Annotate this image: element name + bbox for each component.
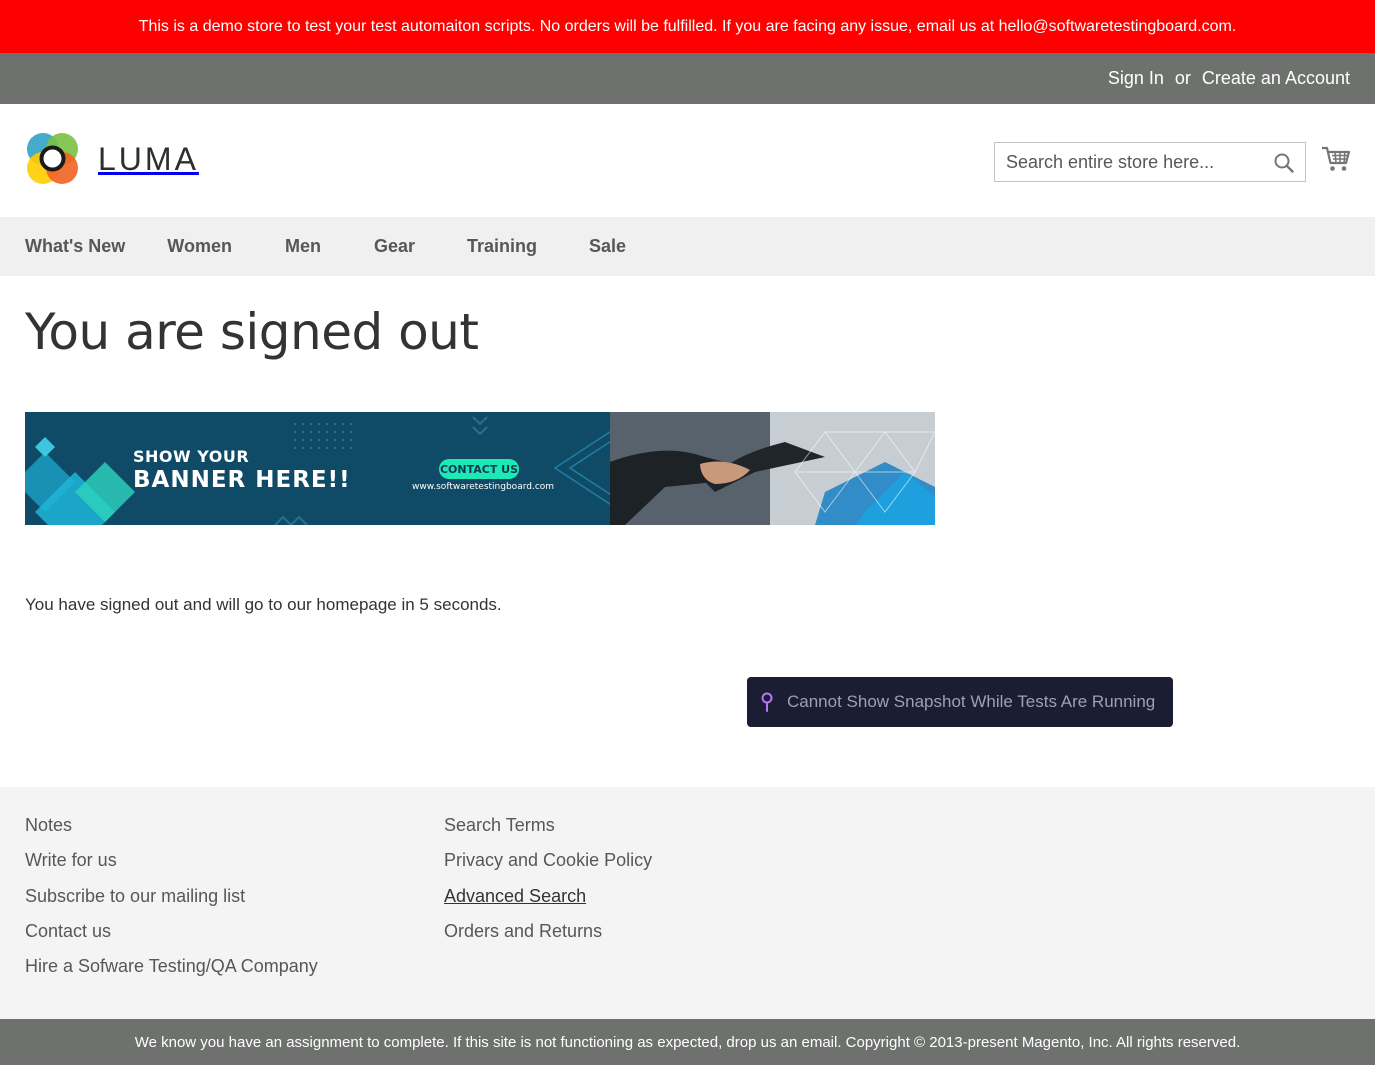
nav-item-sale[interactable]: Sale: [589, 236, 626, 257]
copyright-bar: We know you have an assignment to comple…: [0, 1019, 1375, 1065]
search-input[interactable]: [995, 143, 1265, 181]
nav-item-training[interactable]: Training: [467, 236, 537, 257]
nav-item-women[interactable]: Women: [167, 236, 232, 257]
create-account-link[interactable]: Create an Account: [1202, 68, 1350, 89]
footer: Notes Write for us Subscribe to our mail…: [0, 787, 1375, 1019]
banner-contact-button: CONTACT US: [439, 459, 519, 479]
demo-notice: This is a demo store to test your test a…: [0, 0, 1375, 53]
search-icon[interactable]: [1273, 152, 1295, 174]
nav-item-whats-new[interactable]: What's New: [25, 236, 125, 257]
footer-link-write-for-us[interactable]: Write for us: [25, 849, 318, 884]
cart-icon[interactable]: [1321, 144, 1351, 174]
banner-line1: SHOW YOUR: [133, 447, 250, 466]
nav-item-men[interactable]: Men: [285, 236, 321, 257]
copyright-text: We know you have an assignment to comple…: [134, 1033, 1241, 1051]
search-box: [994, 142, 1306, 182]
page-title: You are signed out: [25, 303, 479, 361]
promo-banner[interactable]: SHOW YOUR BANNER HERE!! CONTACT US www.s…: [25, 412, 935, 525]
luma-logo-icon: [27, 133, 78, 184]
signout-message: You have signed out and will go to our h…: [25, 595, 502, 614]
sign-in-link[interactable]: Sign In: [1108, 68, 1164, 89]
footer-link-advanced-search[interactable]: Advanced Search: [444, 885, 652, 920]
footer-link-subscribe[interactable]: Subscribe to our mailing list: [25, 885, 318, 920]
banner-text: SHOW YOUR BANNER HERE!!: [133, 447, 351, 493]
footer-link-search-terms[interactable]: Search Terms: [444, 814, 652, 849]
footer-link-hire-qa[interactable]: Hire a Sofware Testing/QA Company: [25, 955, 318, 990]
demo-notice-text: This is a demo store to test your test a…: [138, 17, 1237, 35]
header-content: LUMA: [0, 104, 1375, 217]
main-navigation: What's New Women Men Gear Training Sale: [0, 217, 1375, 276]
header-panel: Sign In or Create an Account: [0, 53, 1375, 104]
footer-links-col1: Notes Write for us Subscribe to our mail…: [25, 814, 318, 990]
logo[interactable]: LUMA: [25, 131, 199, 187]
footer-link-privacy-policy[interactable]: Privacy and Cookie Policy: [444, 849, 652, 884]
footer-links-col2: Search Terms Privacy and Cookie Policy A…: [444, 814, 652, 955]
logo-text: LUMA: [98, 140, 199, 177]
footer-link-contact-us[interactable]: Contact us: [25, 920, 318, 955]
or-separator: or: [1174, 68, 1191, 88]
banner-line2: BANNER HERE!!: [133, 467, 351, 493]
banner-url: www.softwaretestingboard.com: [412, 482, 555, 492]
nav-item-gear[interactable]: Gear: [374, 236, 415, 257]
footer-link-notes[interactable]: Notes: [25, 814, 318, 849]
snapshot-message-text: Cannot Show Snapshot While Tests Are Run…: [787, 692, 1156, 711]
footer-link-orders-returns[interactable]: Orders and Returns: [444, 920, 652, 955]
pin-icon: [761, 692, 773, 712]
snapshot-message: Cannot Show Snapshot While Tests Are Run…: [747, 677, 1173, 727]
